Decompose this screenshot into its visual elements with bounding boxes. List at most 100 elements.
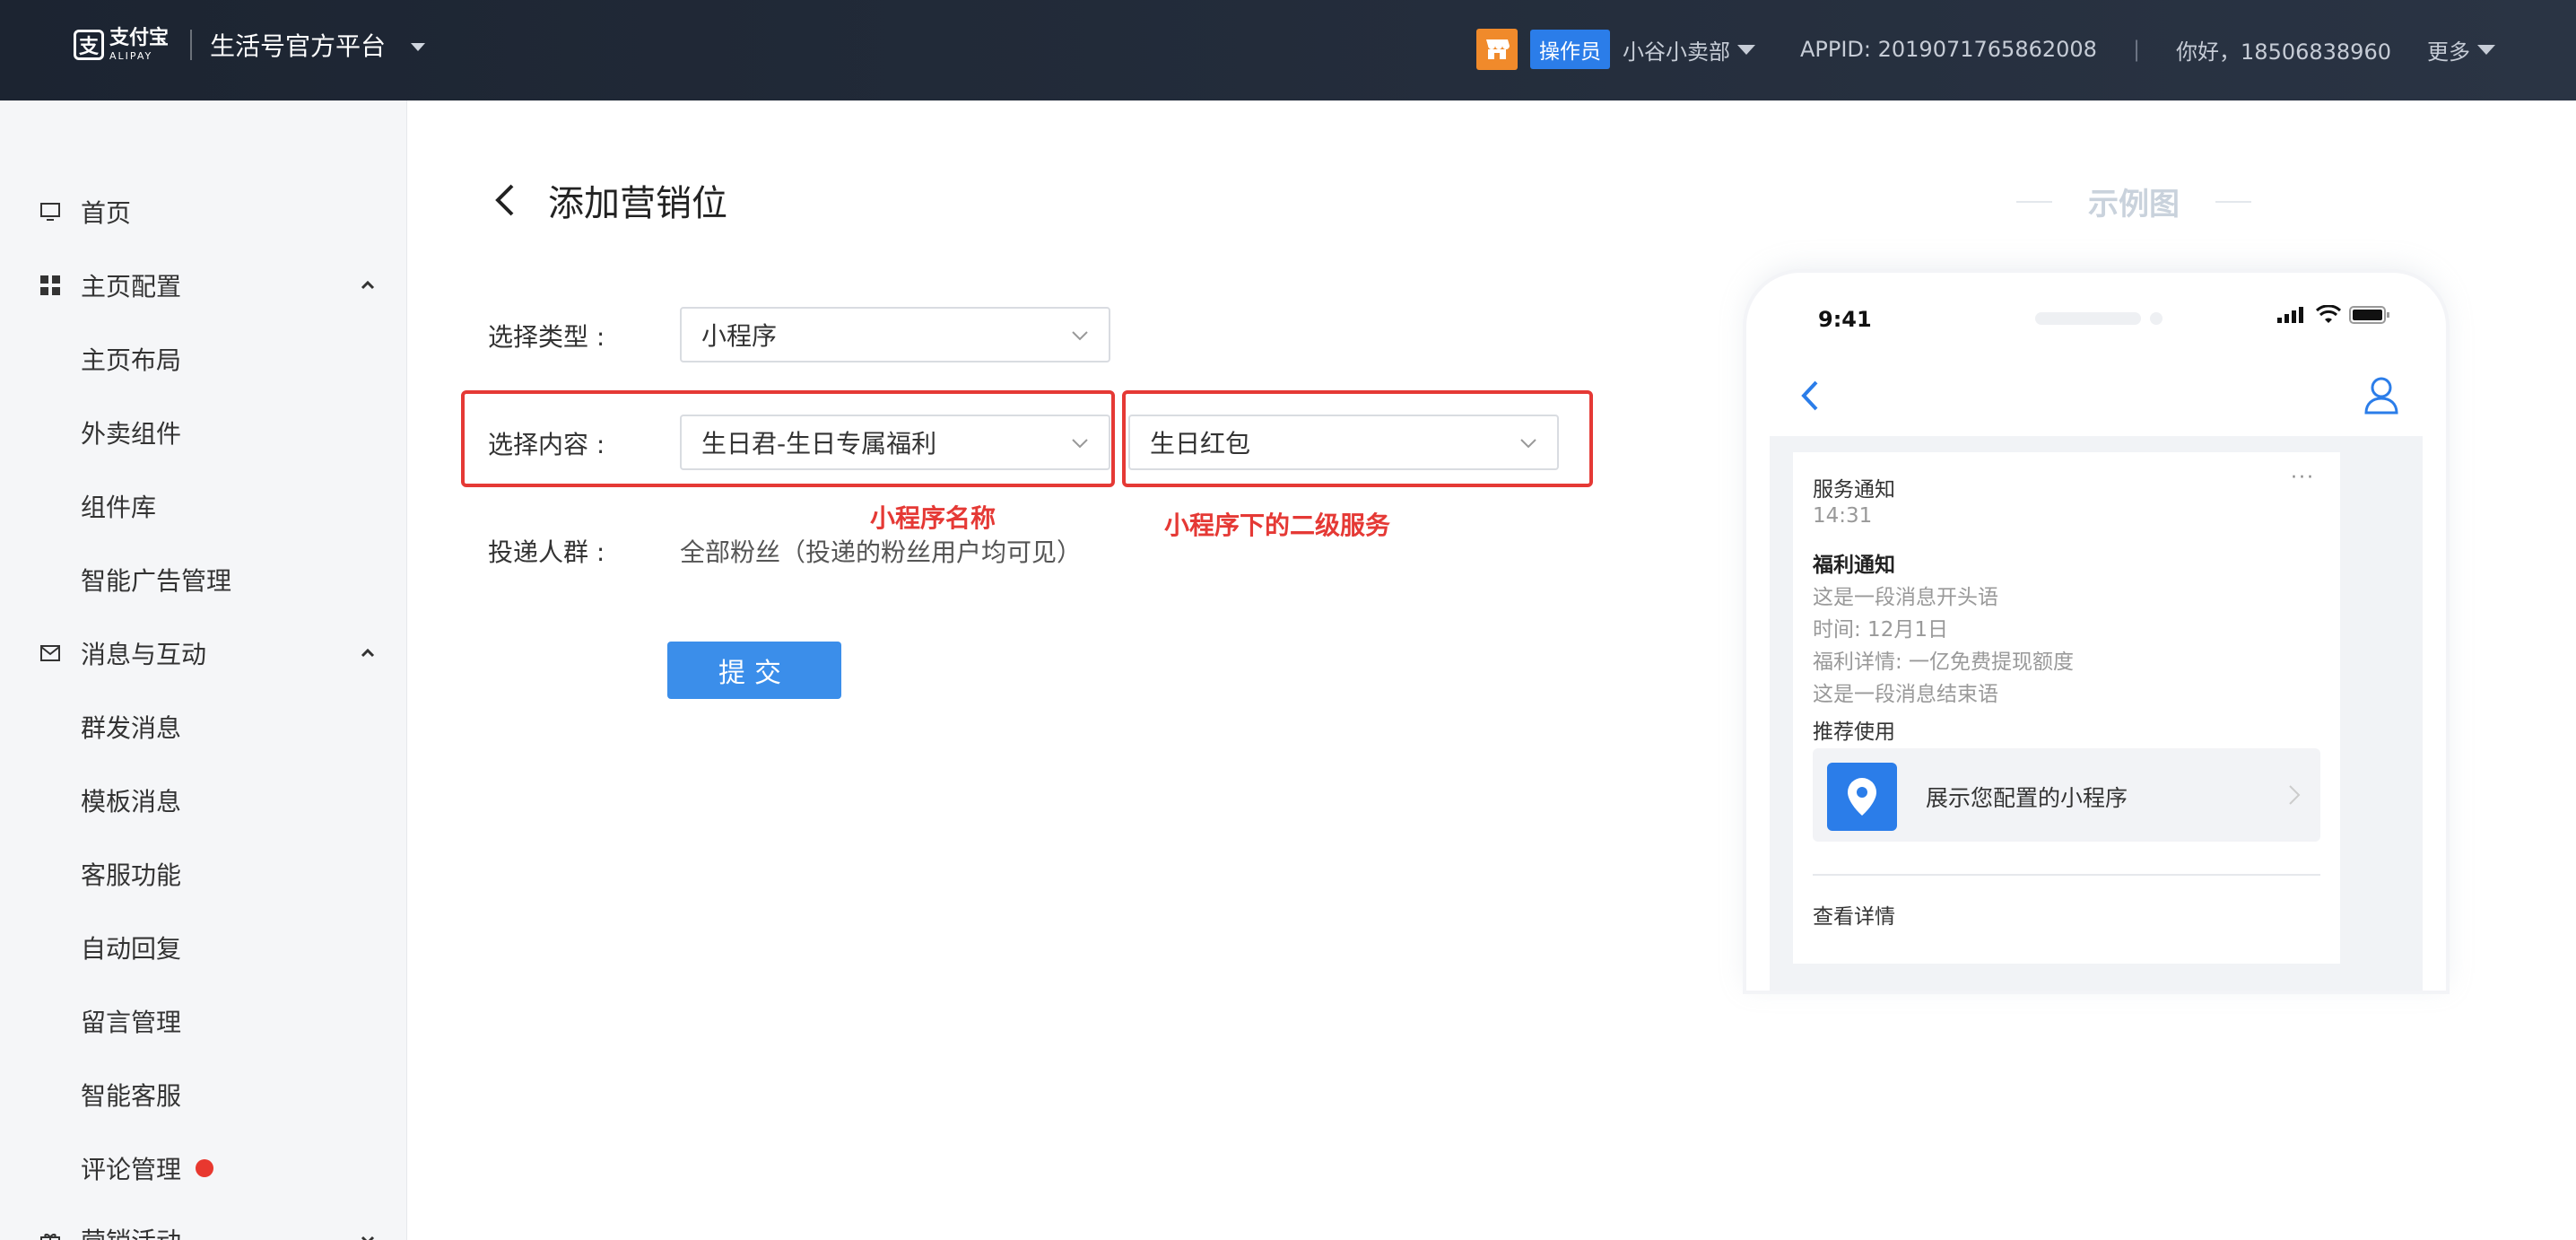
sidebar-item-messages[interactable]: 消息与互动 bbox=[0, 626, 407, 680]
preview-title: 示例图 bbox=[2088, 187, 2180, 223]
status-icons bbox=[2277, 305, 2390, 325]
monitor-icon bbox=[38, 199, 63, 224]
chevron-up-icon bbox=[359, 276, 377, 294]
content-label: 选择内容 : bbox=[488, 430, 605, 459]
mail-icon bbox=[38, 641, 63, 666]
sidebar-item-label: 留言管理 bbox=[81, 1008, 182, 1037]
chevron-up-icon bbox=[359, 644, 377, 662]
content-select[interactable]: 生日君-生日专属福利 bbox=[680, 415, 1110, 470]
phone-status-bar: 9:41 bbox=[1746, 273, 2446, 345]
sidebar-item-label: 自动回复 bbox=[81, 934, 182, 964]
card-time: 14:31 bbox=[1813, 504, 1873, 528]
type-label: 选择类型 : bbox=[488, 322, 605, 352]
sidebar-item-component-library[interactable]: 组件库 bbox=[0, 479, 407, 533]
content-select-value: 生日君-生日专属福利 bbox=[701, 429, 937, 458]
platform-title: 生活号官方平台 bbox=[210, 31, 387, 61]
role-badge: 操作员 bbox=[1529, 30, 1610, 69]
shop-name[interactable]: 小谷小卖部 bbox=[1623, 34, 1730, 65]
top-bar: 支 支付宝 ALIPAY 生活号官方平台 操作员 小谷小卖部 APPID: 20… bbox=[0, 0, 2576, 100]
more-menu[interactable]: 更多 bbox=[2427, 34, 2495, 65]
back-arrow-icon[interactable] bbox=[487, 182, 523, 218]
annotation-secondary-service: 小程序下的二级服务 bbox=[1164, 511, 1391, 540]
sidebar-item-smart-ads[interactable]: 智能广告管理 bbox=[0, 553, 407, 607]
preview-heading: 示例图 bbox=[1980, 179, 2287, 223]
sidebar-item-template-msg[interactable]: 模板消息 bbox=[0, 773, 407, 827]
platform-caret-icon[interactable] bbox=[411, 42, 426, 51]
chevron-down-icon bbox=[1520, 439, 1536, 449]
sidebar-item-label: 智能客服 bbox=[81, 1081, 182, 1111]
sidebar-item-label: 群发消息 bbox=[81, 713, 182, 743]
logo-en: ALIPAY bbox=[109, 50, 153, 62]
sidebar-item-label: 营销活动 bbox=[81, 1222, 181, 1240]
sidebar-item-review-management[interactable]: 评论管理 bbox=[0, 1141, 407, 1195]
service-notification-card: 服务通知 ··· 14:31 福利通知 这是一段消息开头语 时间: 12月1日 … bbox=[1793, 452, 2340, 964]
audience-value: 全部粉丝（投递的粉丝用户均可见） bbox=[680, 537, 1083, 567]
brand[interactable]: 支 支付宝 ALIPAY 生活号官方平台 bbox=[74, 27, 426, 63]
card-line: 这是一段消息结束语 bbox=[1813, 683, 1998, 706]
card-divider bbox=[1813, 874, 2320, 876]
alipay-mark-icon: 支 bbox=[74, 30, 104, 60]
page-header: 添加营销位 bbox=[487, 174, 727, 226]
type-select-value: 小程序 bbox=[701, 321, 778, 351]
sidebar-item-auto-reply[interactable]: 自动回复 bbox=[0, 921, 407, 974]
more-label: 更多 bbox=[2427, 39, 2470, 65]
sidebar-item-smart-service[interactable]: 智能客服 bbox=[0, 1068, 407, 1122]
brand-divider bbox=[190, 30, 192, 60]
submit-button[interactable]: 提交 bbox=[667, 642, 841, 699]
greeting-text: 你好，18506838960 bbox=[2176, 39, 2391, 65]
phone-mockup: 9:41 服务通知 ··· 14:31 福利通知 这是一段消息开头语 时间: 1… bbox=[1746, 273, 2446, 991]
sidebar-item-broadcast[interactable]: 群发消息 bbox=[0, 700, 407, 754]
phone-notch bbox=[2035, 312, 2141, 325]
audience-label: 投递人群 : bbox=[488, 537, 605, 567]
status-time: 9:41 bbox=[1818, 307, 1872, 332]
annotation-app-name: 小程序名称 bbox=[870, 503, 996, 533]
more-dropdown-icon bbox=[2477, 44, 2495, 55]
submit-label: 提交 bbox=[718, 658, 790, 689]
more-dots-icon[interactable]: ··· bbox=[2291, 467, 2315, 489]
chevron-down-icon bbox=[1072, 439, 1088, 449]
logo-cn: 支付宝 bbox=[109, 27, 170, 49]
sidebar-item-delivery-component[interactable]: 外卖组件 bbox=[0, 406, 407, 459]
phone-nav-bar bbox=[1746, 362, 2446, 425]
gift-icon bbox=[38, 1227, 63, 1240]
sidebar-item-label: 客服功能 bbox=[81, 860, 182, 890]
user-area: 操作员 小谷小卖部 APPID: 2019071765862008 | 你好，1… bbox=[1475, 29, 2495, 70]
grid-icon bbox=[38, 273, 63, 298]
type-select[interactable]: 小程序 bbox=[680, 307, 1110, 362]
chevron-down-icon bbox=[359, 1231, 377, 1240]
service-select[interactable]: 生日红包 bbox=[1128, 415, 1559, 470]
back-arrow-icon bbox=[1801, 380, 1818, 411]
card-line: 福利详情: 一亿免费提现额度 bbox=[1813, 651, 2075, 674]
location-pin-icon bbox=[1827, 763, 1897, 831]
user-profile-icon bbox=[2364, 377, 2398, 415]
sidebar-item-label: 主页布局 bbox=[81, 345, 182, 375]
view-details-link[interactable]: 查看详情 bbox=[1813, 899, 1895, 930]
notification-dot bbox=[196, 1159, 213, 1177]
sidebar-item-home[interactable]: 首页 bbox=[0, 185, 407, 239]
sidebar-item-label: 评论管理 bbox=[81, 1155, 182, 1184]
sidebar-item-label: 智能广告管理 bbox=[81, 566, 232, 596]
shop-dropdown-icon[interactable] bbox=[1736, 44, 1755, 55]
card-title: 福利通知 bbox=[1813, 554, 1895, 577]
card-recommend: 推荐使用 bbox=[1813, 720, 1895, 744]
preview-heading-line bbox=[2215, 200, 2251, 203]
sidebar: 首页 主页配置 主页布局 外卖组件 组件库 智能广告管理 消息与互动 群发消息 … bbox=[0, 100, 407, 1240]
sidebar-item-home-config[interactable]: 主页配置 bbox=[0, 258, 407, 312]
alipay-logo: 支 支付宝 ALIPAY bbox=[74, 27, 172, 63]
sidebar-item-customer-service[interactable]: 客服功能 bbox=[0, 847, 407, 901]
signal-icon bbox=[2277, 307, 2303, 323]
phone-camera-dot bbox=[2150, 312, 2163, 325]
chevron-down-icon bbox=[1072, 331, 1088, 341]
mini-app-entry[interactable]: 展示您配置的小程序 bbox=[1813, 748, 2320, 842]
sidebar-item-marketing[interactable]: 营销活动 bbox=[0, 1213, 407, 1240]
sidebar-item-comments-msg[interactable]: 留言管理 bbox=[0, 994, 407, 1048]
sidebar-item-label: 首页 bbox=[81, 198, 132, 228]
sidebar-item-label: 消息与互动 bbox=[81, 640, 207, 669]
sidebar-item-label: 主页配置 bbox=[81, 272, 182, 301]
card-line: 这是一段消息开头语 bbox=[1813, 586, 1998, 609]
wifi-icon bbox=[2315, 305, 2342, 323]
mini-app-label: 展示您配置的小程序 bbox=[1926, 785, 2128, 811]
chevron-right-icon bbox=[2289, 785, 2301, 805]
sidebar-item-home-layout[interactable]: 主页布局 bbox=[0, 332, 407, 386]
page-title: 添加营销位 bbox=[548, 183, 727, 224]
